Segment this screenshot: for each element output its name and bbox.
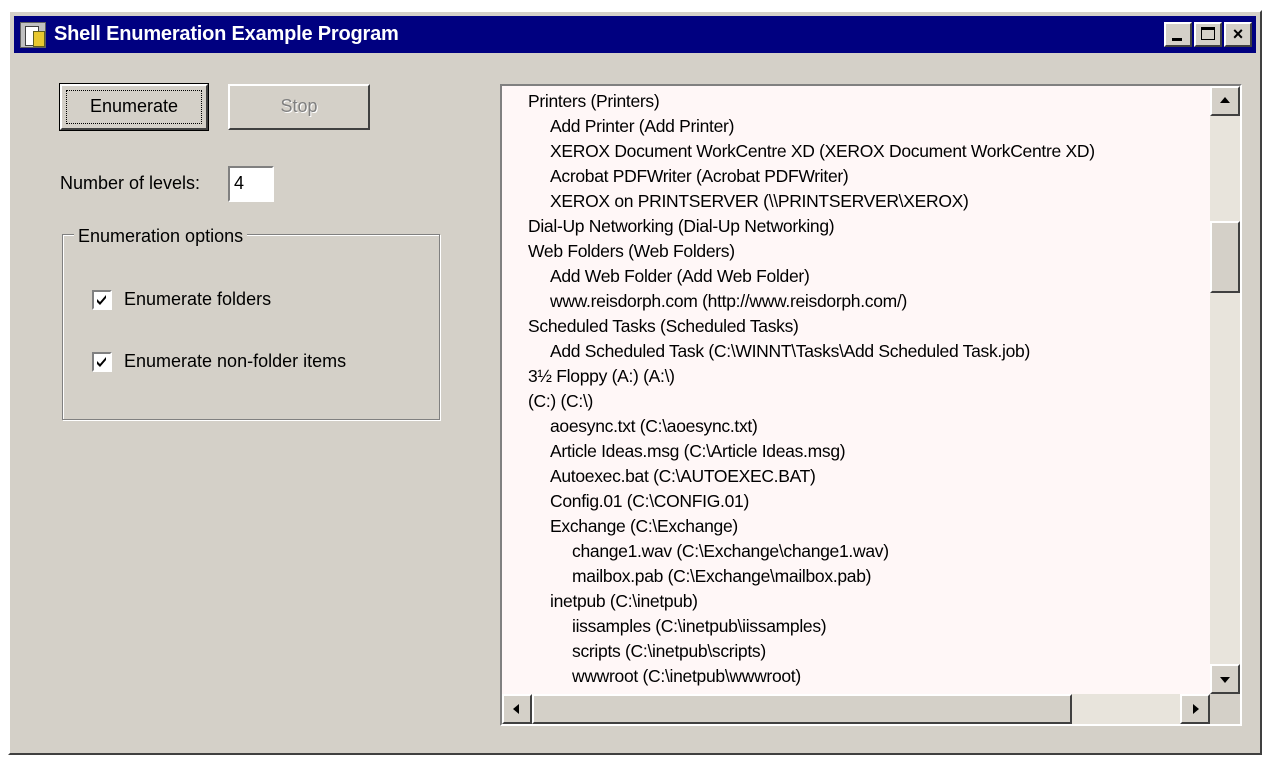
arrow-up-icon — [1220, 97, 1230, 103]
list-item[interactable]: Acrobat PDFWriter (Acrobat PDFWriter) — [550, 164, 849, 189]
list-item[interactable]: wwwroot (C:\inetpub\wwwroot) — [572, 664, 801, 689]
enumerate-folders-label: Enumerate folders — [124, 289, 272, 309]
list-item[interactable]: 3½ Floppy (A:) (A:\) — [528, 364, 675, 389]
list-item[interactable]: iissamples (C:\inetpub\iissamples) — [572, 614, 827, 639]
horizontal-scrollbar[interactable] — [502, 694, 1210, 724]
list-item[interactable]: Exchange (C:\Exchange) — [550, 514, 738, 539]
list-item[interactable]: Add Web Folder (Add Web Folder) — [550, 264, 810, 289]
list-item[interactable]: change1.wav (C:\Exchange\change1.wav) — [572, 539, 889, 564]
list-item[interactable]: Autoexec.bat (C:\AUTOEXEC.BAT) — [550, 464, 816, 489]
close-icon: × — [1232, 24, 1244, 44]
list-item[interactable]: Dial-Up Networking (Dial-Up Networking) — [528, 214, 835, 239]
scrollbar-corner — [1210, 694, 1240, 724]
enumerate-button[interactable]: Enumerate — [59, 83, 209, 131]
checkmark-icon — [97, 295, 106, 305]
app-icon[interactable] — [20, 22, 46, 48]
arrow-right-icon — [1193, 704, 1199, 714]
list-item[interactable]: www.reisdorph.com (http://www.reisdorph.… — [550, 289, 907, 314]
list-item[interactable]: Config.01 (C:\CONFIG.01) — [550, 489, 749, 514]
vertical-scrollbar[interactable] — [1210, 86, 1240, 694]
enumeration-options-group — [62, 234, 440, 420]
levels-label: Number of levels: — [60, 173, 201, 193]
list-item[interactable]: XEROX on PRINTSERVER (\\PRINTSERVER\XERO… — [550, 189, 969, 214]
scroll-up-button[interactable] — [1210, 86, 1240, 116]
minimize-button[interactable] — [1164, 22, 1192, 47]
scroll-down-button[interactable] — [1210, 664, 1240, 694]
list-item[interactable]: inetpub (C:\inetpub) — [550, 589, 698, 614]
stop-button-label: Stop — [280, 96, 318, 116]
scroll-left-button[interactable] — [502, 694, 532, 724]
vertical-scroll-thumb[interactable] — [1210, 220, 1240, 293]
horizontal-scroll-thumb[interactable] — [532, 694, 1072, 724]
list-item[interactable]: mailbox.pab (C:\Exchange\mailbox.pab) — [572, 564, 872, 589]
list-item[interactable]: scripts (C:\inetpub\scripts) — [572, 639, 766, 664]
focus-rectangle — [66, 90, 202, 124]
list-item[interactable]: Add Scheduled Task (C:\WINNT\Tasks\Add S… — [550, 339, 1030, 364]
title-bar[interactable]: Shell Enumeration Example Program × — [14, 16, 1256, 53]
group-legend: Enumeration options — [74, 226, 248, 247]
list-item[interactable]: Printers (Printers) — [528, 89, 660, 114]
list-item[interactable]: aoesync.txt (C:\aoesync.txt) — [550, 414, 758, 439]
results-listbox[interactable]: Printers (Printers) Add Printer (Add Prin… — [500, 84, 1242, 726]
enumerate-folders-checkbox[interactable] — [92, 290, 112, 310]
list-item[interactable]: Web Folders (Web Folders) — [528, 239, 735, 264]
maximize-button[interactable] — [1194, 22, 1222, 47]
maximize-icon — [1201, 27, 1215, 40]
app-window: Shell Enumeration Example Program × Enum… — [8, 10, 1262, 755]
results-list[interactable]: Printers (Printers) Add Printer (Add Prin… — [502, 86, 1210, 694]
enumerate-nonfolder-label: Enumerate non-folder items — [124, 351, 347, 371]
list-item[interactable]: (C:) (C:\) — [528, 389, 593, 414]
close-button[interactable]: × — [1224, 22, 1252, 47]
window-title: Shell Enumeration Example Program — [54, 23, 399, 45]
enumerate-nonfolder-checkbox[interactable] — [92, 352, 112, 372]
list-item[interactable]: XEROX Document WorkCentre XD (XEROX Docu… — [550, 139, 1095, 164]
checkmark-icon — [97, 357, 106, 367]
arrow-down-icon — [1220, 677, 1230, 683]
minimize-icon — [1172, 38, 1182, 41]
scroll-right-button[interactable] — [1180, 694, 1210, 724]
stop-button[interactable]: Stop — [228, 84, 370, 130]
list-item[interactable]: Add Printer (Add Printer) — [550, 114, 734, 139]
levels-input[interactable]: 4 — [228, 166, 274, 202]
arrow-left-icon — [513, 704, 519, 714]
list-item[interactable]: Scheduled Tasks (Scheduled Tasks) — [528, 314, 799, 339]
list-item[interactable]: Article Ideas.msg (C:\Article Ideas.msg) — [550, 439, 846, 464]
